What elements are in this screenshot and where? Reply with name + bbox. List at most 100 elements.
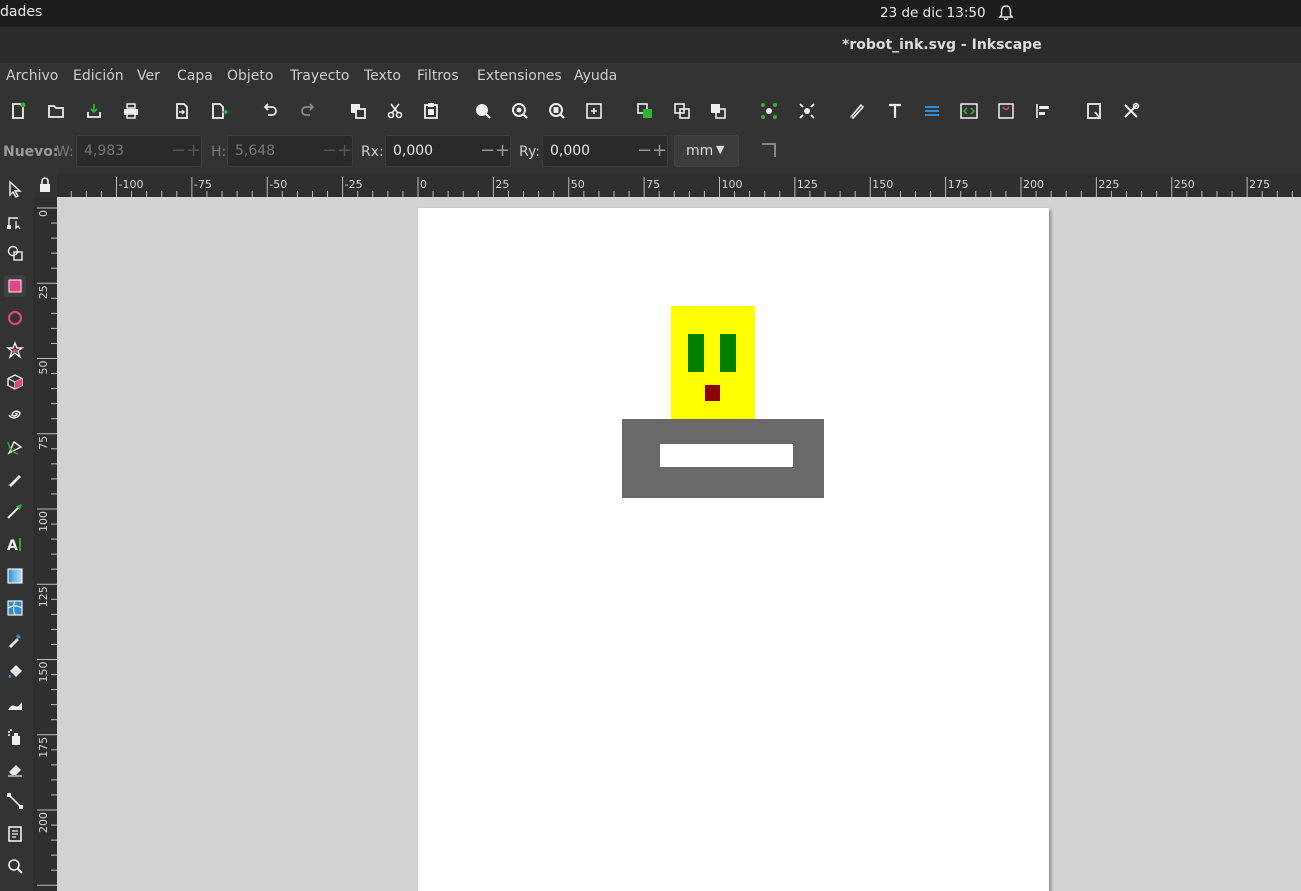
selector-tool-icon[interactable]: [4, 178, 26, 200]
menu-texto[interactable]: Texto: [364, 68, 401, 84]
bezier-pen-tool-icon[interactable]: [4, 436, 26, 458]
lock-guides-icon[interactable]: [33, 173, 57, 197]
h-ruler-label: 25: [495, 178, 509, 191]
menu-capa[interactable]: Capa: [177, 68, 213, 84]
cut-icon[interactable]: [383, 99, 407, 123]
unit-select[interactable]: mm ▼: [674, 135, 739, 167]
v-ruler-label: 125: [37, 586, 50, 607]
paste-icon[interactable]: [419, 99, 443, 123]
menu-filtros[interactable]: Filtros: [417, 68, 459, 84]
activities-label[interactable]: dades: [0, 4, 42, 20]
zoom-tool-icon[interactable]: [4, 855, 26, 877]
menu-ver[interactable]: Ver: [137, 68, 160, 84]
transform-icon[interactable]: [795, 99, 819, 123]
h-ruler-label: 125: [797, 178, 818, 191]
xml-editor-icon[interactable]: [957, 99, 981, 123]
height-label: H:: [211, 144, 227, 160]
3d-box-tool-icon[interactable]: [4, 371, 26, 393]
duplicate-icon[interactable]: [346, 99, 370, 123]
zoom-drawing-icon[interactable]: [508, 99, 532, 123]
print-icon[interactable]: [119, 99, 143, 123]
h-ruler-label: 0: [420, 178, 427, 191]
align-distribute-icon[interactable]: [1031, 99, 1055, 123]
new-document-icon[interactable]: [6, 99, 30, 123]
robot-body-slot[interactable]: [660, 444, 793, 467]
ry-value[interactable]: 0,000: [550, 143, 590, 159]
robot-head[interactable]: [671, 306, 755, 420]
rx-decrement-icon[interactable]: −: [480, 140, 495, 161]
export-icon[interactable]: [207, 99, 231, 123]
menu-edicion[interactable]: Edición: [73, 68, 124, 84]
robot-mouth[interactable]: [705, 385, 720, 401]
reset-corners-icon[interactable]: [762, 143, 776, 157]
menu-trayecto[interactable]: Trayecto: [290, 68, 349, 84]
ry-increment-icon[interactable]: +: [652, 140, 667, 161]
object-properties-icon[interactable]: [994, 99, 1018, 123]
ry-decrement-icon[interactable]: −: [637, 140, 652, 161]
open-folder-icon[interactable]: [44, 99, 68, 123]
zoom-page-icon[interactable]: [545, 99, 569, 123]
rx-field[interactable]: 0,000 − +: [385, 135, 511, 167]
h-ruler-label: 275: [1249, 178, 1270, 191]
ungroup-icon[interactable]: [706, 99, 730, 123]
tweak-tool-icon[interactable]: [4, 694, 26, 716]
calligraphy-tool-icon[interactable]: [4, 500, 26, 522]
spiral-tool-icon[interactable]: [4, 403, 26, 425]
undo-icon[interactable]: [258, 99, 282, 123]
import-icon[interactable]: [170, 99, 194, 123]
v-ruler-label: 100: [37, 511, 50, 532]
v-ruler-label: 25: [37, 285, 50, 299]
clock[interactable]: 23 de dic 13:50: [880, 5, 986, 21]
node-tool-icon[interactable]: [4, 210, 26, 232]
rx-value[interactable]: 0,000: [393, 143, 433, 159]
vertical-ruler[interactable]: 0 25 50 75 100 125 150 175 200: [33, 197, 57, 891]
fill-stroke-icon[interactable]: [845, 99, 869, 123]
pages-tool-icon[interactable]: [4, 823, 26, 845]
menu-objeto[interactable]: Objeto: [227, 68, 273, 84]
dropper-tool-icon[interactable]: [4, 629, 26, 651]
shape-builder-tool-icon[interactable]: [4, 242, 26, 264]
canvas[interactable]: [57, 197, 1301, 891]
spray-tool-icon[interactable]: [4, 726, 26, 748]
width-value: 4,983: [84, 143, 125, 159]
preferences-icon[interactable]: [1119, 99, 1143, 123]
v-ruler-label: 50: [37, 361, 50, 375]
text-font-icon[interactable]: [883, 99, 907, 123]
v-ruler-label: 75: [37, 436, 50, 450]
star-tool-icon[interactable]: [4, 339, 26, 361]
width-decrement-icon: −: [171, 140, 187, 161]
ry-field[interactable]: 0,000 − +: [542, 135, 668, 167]
layers-icon[interactable]: [920, 99, 944, 123]
zoom-fit-icon[interactable]: [582, 99, 606, 123]
text-tool-icon[interactable]: A: [4, 533, 26, 555]
gradient-tool-icon[interactable]: [4, 565, 26, 587]
ry-label: Ry:: [519, 144, 540, 160]
zoom-selection-icon[interactable]: [471, 99, 495, 123]
mode-label: Nuevo:: [3, 144, 59, 160]
menu-ayuda[interactable]: Ayuda: [574, 68, 617, 84]
v-ruler-label: 0: [37, 210, 50, 217]
save-icon[interactable]: [82, 99, 106, 123]
rx-increment-icon[interactable]: +: [495, 140, 510, 161]
ellipse-tool-icon[interactable]: [4, 307, 26, 329]
raise-to-top-icon[interactable]: [633, 99, 657, 123]
eraser-tool-icon[interactable]: [4, 758, 26, 780]
bell-icon[interactable]: [997, 4, 1015, 22]
connector-tool-icon[interactable]: [4, 790, 26, 812]
mesh-tool-icon[interactable]: [4, 597, 26, 619]
document-properties-icon[interactable]: [1082, 99, 1106, 123]
page[interactable]: [418, 208, 1049, 891]
node-snap-icon[interactable]: [757, 99, 781, 123]
height-value: 5,648: [235, 143, 276, 159]
horizontal-ruler[interactable]: -100 -75 -50 -25 0 25 50 75 100 125 150 175 200 225 25…: [57, 173, 1301, 197]
redo-icon[interactable]: [296, 99, 320, 123]
pencil-tool-icon[interactable]: [4, 468, 26, 490]
paint-bucket-tool-icon[interactable]: [4, 661, 26, 683]
menu-extensiones[interactable]: Extensiones: [477, 68, 562, 84]
robot-right-eye[interactable]: [720, 334, 736, 372]
robot-left-eye[interactable]: [688, 334, 704, 372]
menu-archivo[interactable]: Archivo: [6, 68, 58, 84]
group-icon[interactable]: [670, 99, 694, 123]
rectangle-tool-icon[interactable]: [4, 275, 26, 297]
v-ruler-label: 200: [37, 812, 50, 833]
